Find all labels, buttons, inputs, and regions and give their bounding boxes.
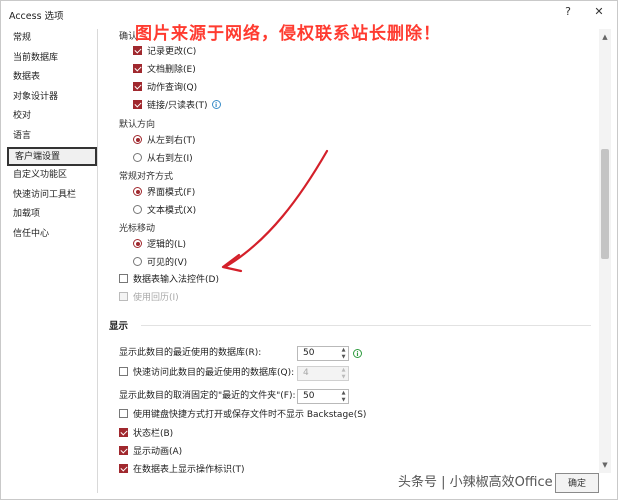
radio-button[interactable] bbox=[133, 205, 142, 214]
confirm-action-queries[interactable]: 动作查询(Q) bbox=[133, 80, 197, 96]
confirm-document-deletions[interactable]: 文档删除(E) bbox=[133, 62, 196, 78]
default-direction-label: 默认方向 bbox=[119, 120, 156, 130]
sidebar-item-general[interactable]: 常规 bbox=[7, 29, 97, 49]
info-icon: i bbox=[211, 100, 221, 109]
sidebar-item-object-designers[interactable]: 对象设计器 bbox=[7, 88, 97, 108]
quick-access-count-stepper: 4 ▲ ▼ bbox=[297, 366, 349, 381]
unpinned-folders-count-stepper[interactable]: 50 ▲ ▼ bbox=[297, 389, 349, 404]
access-options-dialog: Access 选项 ? ✕ 图片来源于网络，侵权联系站长删除！ 常规 当前数据库… bbox=[0, 0, 618, 500]
sidebar-item-quick-access-toolbar[interactable]: 快速访问工具栏 bbox=[7, 186, 97, 206]
recent-db-count-stepper[interactable]: 50 ▲ ▼ bbox=[297, 346, 349, 361]
checkbox[interactable] bbox=[119, 367, 128, 376]
recent-db-label: 显示此数目的最近使用的数据库(R): bbox=[119, 348, 262, 358]
footer-watermark: 头条号 | 小辣椒高效Office bbox=[395, 471, 556, 490]
datasheet-action-tags-checkbox-row[interactable]: 在数据表上显示操作标识(T) bbox=[119, 462, 245, 473]
alignment-interface-mode[interactable]: 界面模式(F) bbox=[133, 185, 195, 201]
cursor-movement-label: 光标移动 bbox=[119, 224, 156, 234]
radio-button[interactable] bbox=[133, 135, 142, 144]
sidebar: 常规 当前数据库 数据表 对象设计器 校对 语言 客户端设置 自定义功能区 快速… bbox=[7, 29, 98, 493]
radio-button[interactable] bbox=[133, 187, 142, 196]
stepper-arrows-icon[interactable]: ▲ ▼ bbox=[339, 390, 348, 403]
stepper-arrows-icon[interactable]: ▲ ▼ bbox=[339, 347, 348, 360]
sidebar-item-add-ins[interactable]: 加载项 bbox=[7, 205, 97, 225]
close-button[interactable]: ✕ bbox=[589, 5, 609, 21]
sidebar-item-datasheet[interactable]: 数据表 bbox=[7, 68, 97, 88]
quick-access-checkbox-row[interactable]: 快速访问此数目的最近使用的数据库(Q): bbox=[119, 365, 294, 381]
checkbox bbox=[119, 292, 128, 301]
ok-button[interactable]: 确定 bbox=[555, 473, 599, 493]
scroll-thumb[interactable] bbox=[601, 149, 609, 259]
window-title: Access 选项 bbox=[9, 11, 64, 22]
confirm-record-changes[interactable]: 记录更改(C) bbox=[133, 44, 196, 60]
scroll-down-icon[interactable]: ▼ bbox=[599, 459, 611, 471]
checkbox[interactable] bbox=[119, 464, 128, 473]
help-button[interactable]: ? bbox=[558, 5, 578, 21]
radio-button[interactable] bbox=[133, 257, 142, 266]
radio-button[interactable] bbox=[133, 239, 142, 248]
ime-control-checkbox-row[interactable]: 数据表输入法控件(D) bbox=[119, 272, 219, 288]
alignment-text-mode[interactable]: 文本模式(X) bbox=[133, 203, 196, 219]
display-section-title: 显示 bbox=[109, 321, 129, 332]
hijri-calendar-checkbox-row: 使用回历(I) bbox=[119, 290, 179, 306]
sidebar-item-language[interactable]: 语言 bbox=[7, 127, 97, 147]
direction-left-to-right[interactable]: 从左到右(T) bbox=[133, 133, 196, 149]
direction-right-to-left[interactable]: 从右到左(I) bbox=[133, 151, 193, 167]
checkbox[interactable] bbox=[119, 409, 128, 418]
sidebar-item-client-settings[interactable]: 客户端设置 bbox=[7, 146, 97, 167]
checkbox[interactable] bbox=[119, 428, 128, 437]
info-icon: i bbox=[353, 349, 362, 358]
unpinned-folders-label: 显示此数目的取消固定的"最近的文件夹"(F): bbox=[119, 391, 296, 401]
scroll-up-icon[interactable]: ▲ bbox=[599, 31, 611, 43]
sidebar-item-customize-ribbon[interactable]: 自定义功能区 bbox=[7, 166, 97, 186]
checkbox[interactable] bbox=[133, 100, 142, 109]
checkbox[interactable] bbox=[133, 82, 142, 91]
confirm-group-label: 确认 bbox=[119, 32, 138, 42]
sidebar-item-current-database[interactable]: 当前数据库 bbox=[7, 49, 97, 69]
checkbox[interactable] bbox=[119, 274, 128, 283]
confirm-linked-readonly-tables[interactable]: 链接/只读表(T) i bbox=[133, 98, 221, 114]
sidebar-item-trust-center[interactable]: 信任中心 bbox=[7, 225, 97, 245]
section-divider bbox=[141, 325, 591, 326]
stepper-arrows-icon: ▲ ▼ bbox=[341, 367, 346, 380]
checkbox[interactable] bbox=[133, 46, 142, 55]
animation-checkbox-row[interactable]: 显示动画(A) bbox=[119, 444, 182, 460]
settings-content: 确认 记录更改(C) 文档删除(E) 动作查询(Q) 链接/只读表(T) i 默认… bbox=[105, 29, 598, 473]
checkbox[interactable] bbox=[119, 446, 128, 455]
backstage-checkbox-row[interactable]: 使用键盘快捷方式打开或保存文件时不显示 Backstage(S) bbox=[119, 407, 366, 423]
cursor-logical[interactable]: 逻辑的(L) bbox=[133, 237, 186, 253]
radio-button[interactable] bbox=[133, 153, 142, 162]
cursor-visual[interactable]: 可见的(V) bbox=[133, 255, 187, 271]
statusbar-checkbox-row[interactable]: 状态栏(B) bbox=[119, 426, 173, 442]
sidebar-item-proofing[interactable]: 校对 bbox=[7, 107, 97, 127]
checkbox[interactable] bbox=[133, 64, 142, 73]
general-alignment-label: 常规对齐方式 bbox=[119, 172, 174, 182]
vertical-scrollbar[interactable]: ▲ ▼ bbox=[599, 29, 611, 473]
